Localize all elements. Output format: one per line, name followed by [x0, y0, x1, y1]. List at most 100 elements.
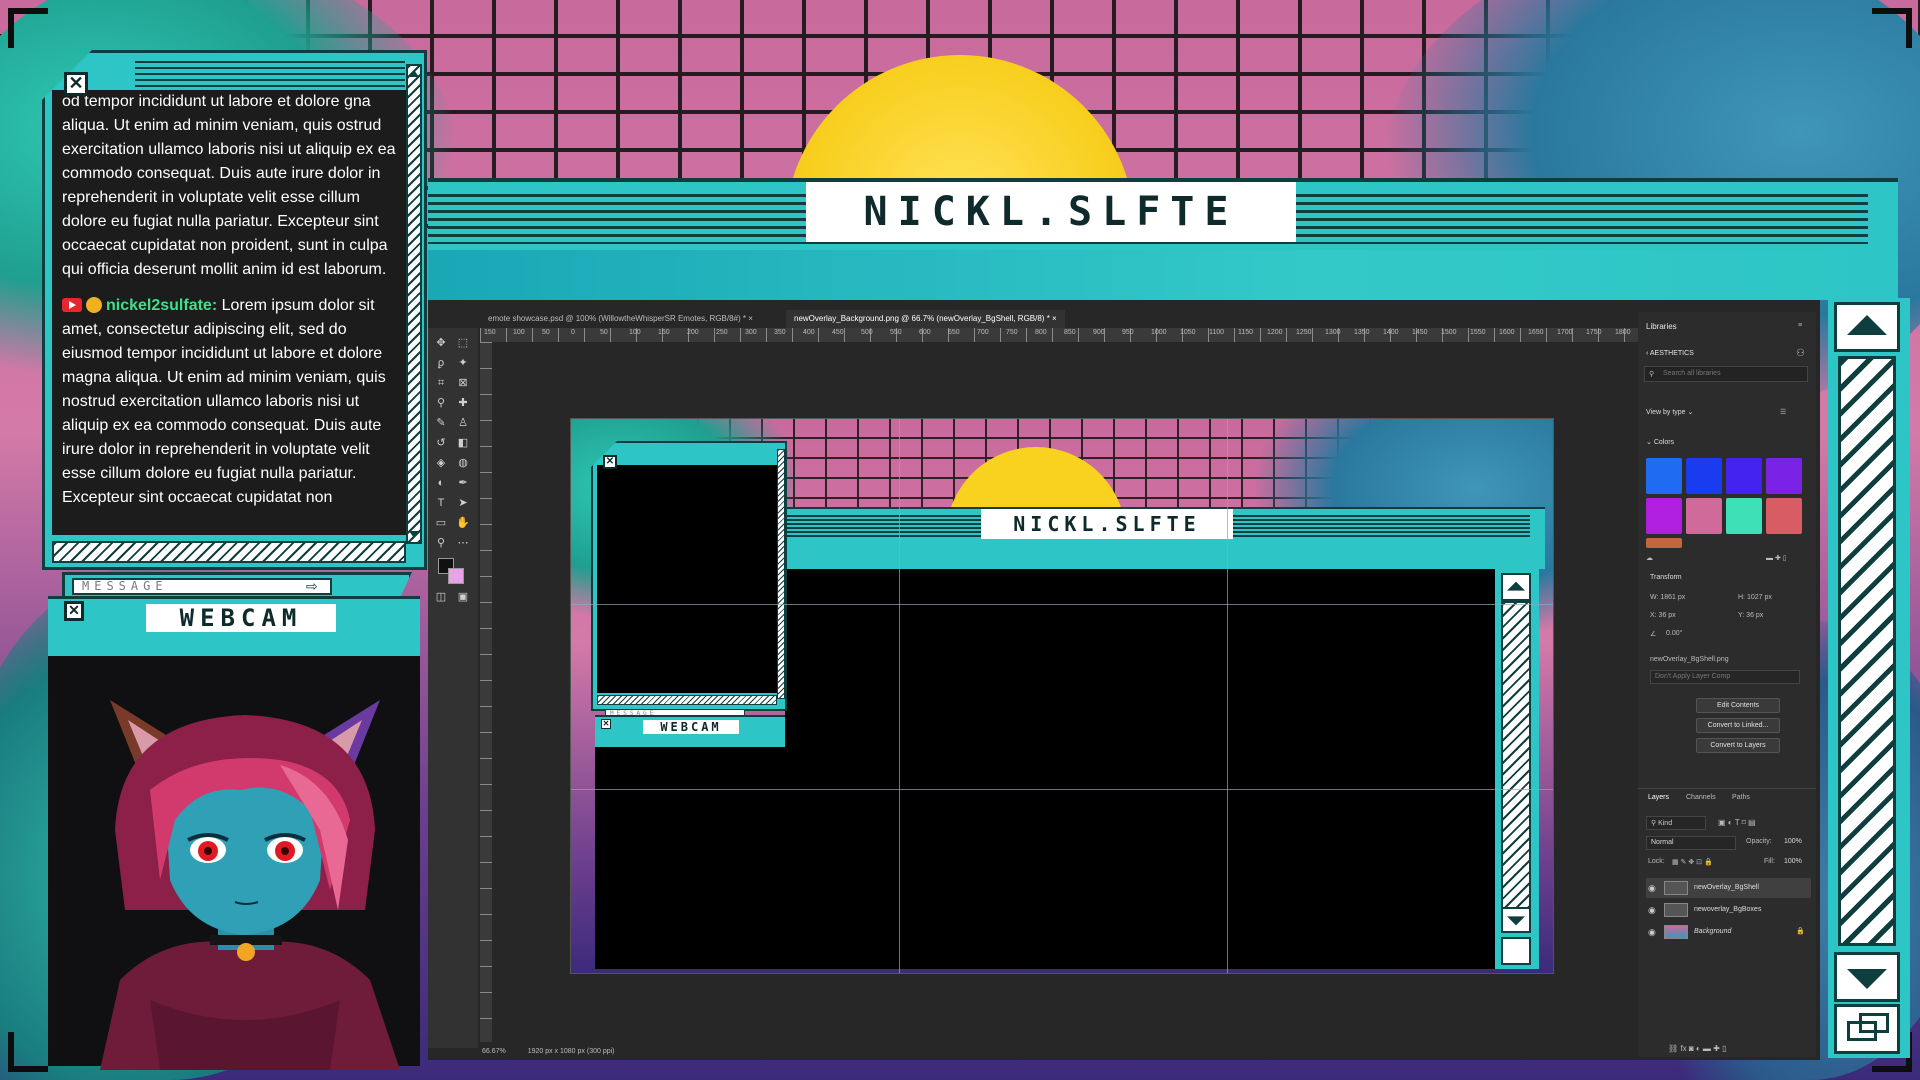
color-swatch[interactable]: [1766, 498, 1802, 534]
chat-scroll-down-icon[interactable]: [409, 531, 419, 538]
brush-tool-icon[interactable]: ✎: [434, 416, 448, 430]
eye-icon[interactable]: ◉: [1648, 878, 1656, 898]
lasso-tool-icon[interactable]: ϼ: [434, 356, 448, 370]
guide-vertical[interactable]: [899, 419, 900, 973]
convert-to-layers-button[interactable]: Convert to Layers: [1696, 738, 1780, 753]
lock-icons[interactable]: ▦ ✎ ✥ ⊡ 🔒: [1672, 858, 1713, 866]
ruler-label: 1550: [1470, 329, 1486, 336]
ruler-label: 900: [1093, 329, 1105, 336]
view-by-dropdown[interactable]: View by type ⌄: [1646, 408, 1693, 416]
webcam-close-icon[interactable]: ✕: [64, 601, 84, 621]
linked-file-name: newOverlay_BgShell.png: [1650, 656, 1729, 663]
tab-layers[interactable]: Layers: [1648, 794, 1669, 801]
blur-tool-icon[interactable]: ◍: [456, 456, 470, 470]
screen-mode-icon[interactable]: ▣: [456, 590, 470, 604]
edit-contents-button[interactable]: Edit Contents: [1696, 698, 1780, 713]
layer-comp-select[interactable]: Don't Apply Layer Comp: [1650, 670, 1800, 684]
ruler-label: 1150: [1238, 329, 1254, 336]
guide-horizontal[interactable]: [571, 789, 1553, 790]
message-input[interactable]: MESSAGE: [72, 578, 332, 595]
color-swatch[interactable]: [1646, 498, 1682, 534]
stamp-tool-icon[interactable]: ♙: [456, 416, 470, 430]
color-swatch[interactable]: [1646, 538, 1682, 548]
move-tool-icon[interactable]: ✥: [434, 336, 448, 350]
layer-filter-kind[interactable]: ⚲ Kind: [1646, 816, 1706, 830]
scroll-down-icon[interactable]: [1834, 952, 1900, 1002]
library-actions-icon[interactable]: ▬ ✚ ▯: [1766, 554, 1787, 562]
chat-scrollbar[interactable]: [406, 64, 422, 544]
tab-new-overlay-background[interactable]: newOverlay_Background.png @ 66.7% (newOv…: [786, 310, 1065, 328]
type-tool-icon[interactable]: T: [434, 496, 448, 510]
transform-x[interactable]: X: 36 px: [1650, 612, 1676, 619]
zoom-tool-icon[interactable]: ⚲: [434, 536, 448, 550]
library-search-input[interactable]: ⚲ Search all libraries: [1644, 366, 1808, 382]
layer-row[interactable]: ◉ newoverlay_BgBoxes: [1646, 900, 1811, 920]
chat-username[interactable]: nickel2sulfate: [106, 297, 212, 314]
libraries-panel-title[interactable]: Libraries: [1646, 322, 1677, 331]
more-tools-icon[interactable]: ⋯: [456, 536, 470, 550]
panel-menu-icon[interactable]: ≡: [1798, 322, 1802, 329]
opacity-value[interactable]: 100%: [1784, 838, 1802, 845]
guide-vertical[interactable]: [1227, 419, 1228, 973]
transform-angle[interactable]: 0.00°: [1666, 630, 1682, 637]
layer-row[interactable]: ◉ newOverlay_BgShell: [1646, 878, 1811, 898]
ruler-label: 0: [571, 329, 575, 336]
canvas-title-plate: NICKL.SLFTE: [981, 509, 1233, 539]
send-arrow-icon[interactable]: ⇨: [306, 579, 328, 593]
guide-horizontal[interactable]: [571, 604, 1553, 605]
tab-channels[interactable]: Channels: [1686, 794, 1716, 801]
crop-tool-icon[interactable]: ⌗: [434, 376, 448, 390]
layer-comp-value: Don't Apply Layer Comp: [1655, 673, 1731, 680]
layer-footer-icons[interactable]: ⛓ fx ◙ ◐ ▬ ✚ ▯: [1668, 1044, 1726, 1053]
history-brush-icon[interactable]: ↺: [434, 436, 448, 450]
document-canvas[interactable]: NICKL.SLFTE ✕ MESSAGE WEBCAM ✕: [570, 418, 1554, 974]
layer-filter-icons[interactable]: ▣ ◐ T ⌑ ▤: [1718, 818, 1756, 827]
color-swatch[interactable]: [1726, 458, 1762, 494]
shape-tool-icon[interactable]: ▭: [434, 516, 448, 530]
chat-scroll-up-icon[interactable]: [409, 70, 419, 77]
transform-y[interactable]: Y: 36 px: [1738, 612, 1763, 619]
status-zoom[interactable]: 66.67%: [482, 1048, 506, 1055]
dodge-tool-icon[interactable]: ◐: [434, 476, 448, 490]
color-swatch[interactable]: [1766, 458, 1802, 494]
layer-row[interactable]: ◉ Background 🔒: [1646, 922, 1811, 942]
eyedropper-tool-icon[interactable]: ⚲: [434, 396, 448, 410]
eraser-tool-icon[interactable]: ◧: [456, 436, 470, 450]
color-swatch[interactable]: [1686, 458, 1722, 494]
layer-thumbnail: [1664, 903, 1688, 917]
tab-paths[interactable]: Paths: [1732, 794, 1750, 801]
chat-close-icon[interactable]: ✕: [64, 72, 88, 96]
ruler-label: 100: [513, 329, 525, 336]
hand-tool-icon[interactable]: ✋: [456, 516, 470, 530]
eye-icon[interactable]: ◉: [1648, 922, 1656, 942]
fill-value[interactable]: 100%: [1784, 858, 1802, 865]
color-swatch[interactable]: [1646, 458, 1682, 494]
transform-height[interactable]: H: 1027 px: [1738, 594, 1772, 601]
scroll-up-icon[interactable]: [1834, 302, 1900, 352]
quick-mask-icon[interactable]: ◫: [434, 590, 448, 604]
marquee-tool-icon[interactable]: ⬚: [456, 336, 470, 350]
colors-group-header[interactable]: ⌄ Colors: [1646, 438, 1674, 446]
panel-divider: [1638, 788, 1816, 789]
library-user-icon[interactable]: ⚇: [1796, 348, 1805, 359]
resize-handle-icon[interactable]: [1834, 1004, 1900, 1054]
paint-bucket-icon[interactable]: ◈: [434, 456, 448, 470]
background-color-swatch[interactable]: [448, 568, 464, 584]
library-name-row[interactable]: ‹ AESTHETICS: [1646, 350, 1694, 357]
sort-icon[interactable]: ☰: [1780, 408, 1786, 416]
overlay-right-scrollbar[interactable]: [1828, 298, 1910, 1058]
color-swatch[interactable]: [1726, 498, 1762, 534]
tab-emote-showcase[interactable]: emote showcase.psd @ 100% (WillowtheWhis…: [480, 310, 761, 328]
transform-width[interactable]: W: 1861 px: [1650, 594, 1685, 601]
eye-icon[interactable]: ◉: [1648, 900, 1656, 920]
healing-tool-icon[interactable]: ✚: [456, 396, 470, 410]
convert-to-linked-button[interactable]: Convert to Linked...: [1696, 718, 1780, 733]
blend-mode-select[interactable]: Normal: [1646, 836, 1736, 850]
color-swatch[interactable]: [1686, 498, 1722, 534]
magic-wand-tool-icon[interactable]: ✦: [456, 356, 470, 370]
pen-tool-icon[interactable]: ✒: [456, 476, 470, 490]
chat-horizontal-scrollbar[interactable]: [52, 541, 406, 563]
frame-tool-icon[interactable]: ⊠: [456, 376, 470, 390]
path-select-icon[interactable]: ➤: [456, 496, 470, 510]
scroll-track[interactable]: [1838, 356, 1896, 946]
